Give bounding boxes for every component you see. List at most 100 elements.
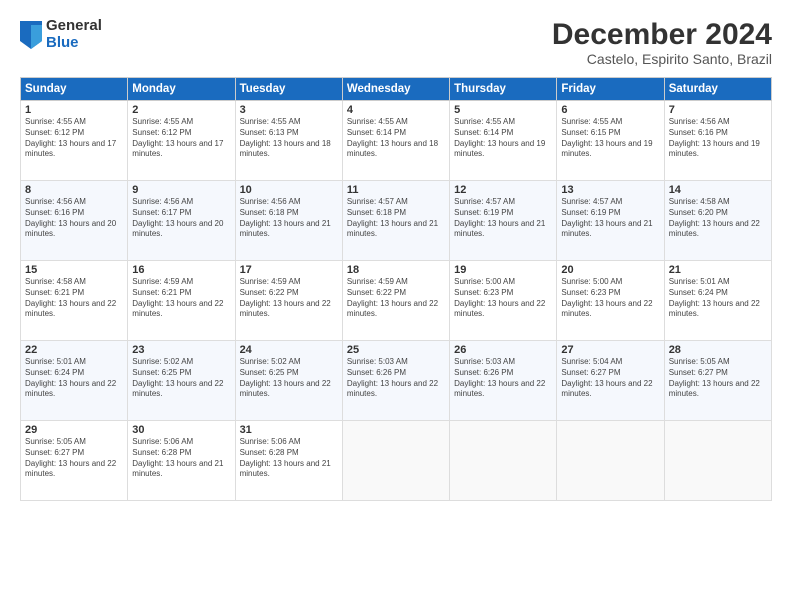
week-row-3: 15Sunrise: 4:58 AM Sunset: 6:21 PM Dayli… (21, 261, 772, 341)
subtitle: Castelo, Espirito Santo, Brazil (552, 51, 772, 67)
calendar-cell: 27Sunrise: 5:04 AM Sunset: 6:27 PM Dayli… (557, 341, 664, 421)
day-number: 19 (454, 264, 552, 276)
calendar-cell: 14Sunrise: 4:58 AM Sunset: 6:20 PM Dayli… (664, 181, 771, 261)
calendar-cell: 8Sunrise: 4:56 AM Sunset: 6:16 PM Daylig… (21, 181, 128, 261)
day-number: 29 (25, 424, 123, 436)
calendar-cell: 16Sunrise: 4:59 AM Sunset: 6:21 PM Dayli… (128, 261, 235, 341)
day-info: Sunrise: 4:59 AM Sunset: 6:22 PM Dayligh… (347, 277, 445, 320)
weekday-wednesday: Wednesday (342, 78, 449, 101)
day-info: Sunrise: 4:55 AM Sunset: 6:12 PM Dayligh… (25, 117, 123, 160)
day-number: 8 (25, 184, 123, 196)
calendar-cell: 17Sunrise: 4:59 AM Sunset: 6:22 PM Dayli… (235, 261, 342, 341)
day-info: Sunrise: 4:59 AM Sunset: 6:22 PM Dayligh… (240, 277, 338, 320)
week-row-4: 22Sunrise: 5:01 AM Sunset: 6:24 PM Dayli… (21, 341, 772, 421)
calendar-cell: 21Sunrise: 5:01 AM Sunset: 6:24 PM Dayli… (664, 261, 771, 341)
day-number: 25 (347, 344, 445, 356)
logo-icon (20, 21, 42, 49)
day-number: 14 (669, 184, 767, 196)
week-row-5: 29Sunrise: 5:05 AM Sunset: 6:27 PM Dayli… (21, 421, 772, 501)
calendar-cell: 4Sunrise: 4:55 AM Sunset: 6:14 PM Daylig… (342, 101, 449, 181)
day-info: Sunrise: 4:56 AM Sunset: 6:16 PM Dayligh… (25, 197, 123, 240)
main-title: December 2024 (552, 18, 772, 51)
calendar-body: 1Sunrise: 4:55 AM Sunset: 6:12 PM Daylig… (21, 101, 772, 501)
day-info: Sunrise: 4:56 AM Sunset: 6:16 PM Dayligh… (669, 117, 767, 160)
header: General Blue December 2024 Castelo, Espi… (20, 18, 772, 67)
day-info: Sunrise: 4:56 AM Sunset: 6:18 PM Dayligh… (240, 197, 338, 240)
day-info: Sunrise: 4:56 AM Sunset: 6:17 PM Dayligh… (132, 197, 230, 240)
page: General Blue December 2024 Castelo, Espi… (0, 0, 792, 612)
title-block: December 2024 Castelo, Espirito Santo, B… (552, 18, 772, 67)
day-number: 30 (132, 424, 230, 436)
calendar-cell: 10Sunrise: 4:56 AM Sunset: 6:18 PM Dayli… (235, 181, 342, 261)
day-info: Sunrise: 5:05 AM Sunset: 6:27 PM Dayligh… (25, 437, 123, 480)
day-number: 26 (454, 344, 552, 356)
calendar-cell: 25Sunrise: 5:03 AM Sunset: 6:26 PM Dayli… (342, 341, 449, 421)
day-info: Sunrise: 4:55 AM Sunset: 6:14 PM Dayligh… (454, 117, 552, 160)
day-number: 3 (240, 104, 338, 116)
calendar-cell: 2Sunrise: 4:55 AM Sunset: 6:12 PM Daylig… (128, 101, 235, 181)
day-number: 20 (561, 264, 659, 276)
calendar: SundayMondayTuesdayWednesdayThursdayFrid… (20, 77, 772, 501)
day-info: Sunrise: 4:57 AM Sunset: 6:19 PM Dayligh… (454, 197, 552, 240)
weekday-monday: Monday (128, 78, 235, 101)
day-info: Sunrise: 4:55 AM Sunset: 6:15 PM Dayligh… (561, 117, 659, 160)
calendar-cell: 13Sunrise: 4:57 AM Sunset: 6:19 PM Dayli… (557, 181, 664, 261)
day-info: Sunrise: 5:01 AM Sunset: 6:24 PM Dayligh… (25, 357, 123, 400)
logo: General Blue (20, 18, 102, 51)
calendar-cell: 30Sunrise: 5:06 AM Sunset: 6:28 PM Dayli… (128, 421, 235, 501)
calendar-cell (664, 421, 771, 501)
calendar-cell: 11Sunrise: 4:57 AM Sunset: 6:18 PM Dayli… (342, 181, 449, 261)
day-info: Sunrise: 5:02 AM Sunset: 6:25 PM Dayligh… (132, 357, 230, 400)
calendar-cell: 7Sunrise: 4:56 AM Sunset: 6:16 PM Daylig… (664, 101, 771, 181)
weekday-tuesday: Tuesday (235, 78, 342, 101)
day-info: Sunrise: 5:06 AM Sunset: 6:28 PM Dayligh… (240, 437, 338, 480)
day-info: Sunrise: 4:55 AM Sunset: 6:12 PM Dayligh… (132, 117, 230, 160)
calendar-cell: 20Sunrise: 5:00 AM Sunset: 6:23 PM Dayli… (557, 261, 664, 341)
calendar-cell: 22Sunrise: 5:01 AM Sunset: 6:24 PM Dayli… (21, 341, 128, 421)
day-number: 17 (240, 264, 338, 276)
weekday-friday: Friday (557, 78, 664, 101)
calendar-cell: 6Sunrise: 4:55 AM Sunset: 6:15 PM Daylig… (557, 101, 664, 181)
weekday-thursday: Thursday (450, 78, 557, 101)
day-info: Sunrise: 5:06 AM Sunset: 6:28 PM Dayligh… (132, 437, 230, 480)
day-info: Sunrise: 4:55 AM Sunset: 6:14 PM Dayligh… (347, 117, 445, 160)
day-number: 10 (240, 184, 338, 196)
day-number: 7 (669, 104, 767, 116)
day-number: 28 (669, 344, 767, 356)
day-number: 22 (25, 344, 123, 356)
day-number: 5 (454, 104, 552, 116)
calendar-cell: 3Sunrise: 4:55 AM Sunset: 6:13 PM Daylig… (235, 101, 342, 181)
day-info: Sunrise: 4:55 AM Sunset: 6:13 PM Dayligh… (240, 117, 338, 160)
calendar-cell (557, 421, 664, 501)
week-row-1: 1Sunrise: 4:55 AM Sunset: 6:12 PM Daylig… (21, 101, 772, 181)
day-info: Sunrise: 4:59 AM Sunset: 6:21 PM Dayligh… (132, 277, 230, 320)
day-info: Sunrise: 4:58 AM Sunset: 6:21 PM Dayligh… (25, 277, 123, 320)
logo-text: General Blue (46, 18, 102, 51)
day-number: 24 (240, 344, 338, 356)
day-number: 13 (561, 184, 659, 196)
day-number: 23 (132, 344, 230, 356)
day-info: Sunrise: 5:01 AM Sunset: 6:24 PM Dayligh… (669, 277, 767, 320)
day-number: 9 (132, 184, 230, 196)
calendar-cell: 29Sunrise: 5:05 AM Sunset: 6:27 PM Dayli… (21, 421, 128, 501)
day-number: 1 (25, 104, 123, 116)
calendar-cell: 15Sunrise: 4:58 AM Sunset: 6:21 PM Dayli… (21, 261, 128, 341)
calendar-cell: 24Sunrise: 5:02 AM Sunset: 6:25 PM Dayli… (235, 341, 342, 421)
day-info: Sunrise: 4:57 AM Sunset: 6:19 PM Dayligh… (561, 197, 659, 240)
day-info: Sunrise: 4:57 AM Sunset: 6:18 PM Dayligh… (347, 197, 445, 240)
calendar-cell: 23Sunrise: 5:02 AM Sunset: 6:25 PM Dayli… (128, 341, 235, 421)
calendar-cell: 12Sunrise: 4:57 AM Sunset: 6:19 PM Dayli… (450, 181, 557, 261)
calendar-cell: 28Sunrise: 5:05 AM Sunset: 6:27 PM Dayli… (664, 341, 771, 421)
calendar-cell (450, 421, 557, 501)
day-info: Sunrise: 5:00 AM Sunset: 6:23 PM Dayligh… (454, 277, 552, 320)
day-info: Sunrise: 5:00 AM Sunset: 6:23 PM Dayligh… (561, 277, 659, 320)
day-number: 16 (132, 264, 230, 276)
weekday-saturday: Saturday (664, 78, 771, 101)
calendar-cell: 19Sunrise: 5:00 AM Sunset: 6:23 PM Dayli… (450, 261, 557, 341)
day-number: 31 (240, 424, 338, 436)
day-number: 2 (132, 104, 230, 116)
day-info: Sunrise: 5:04 AM Sunset: 6:27 PM Dayligh… (561, 357, 659, 400)
weekday-sunday: Sunday (21, 78, 128, 101)
calendar-header: SundayMondayTuesdayWednesdayThursdayFrid… (21, 78, 772, 101)
logo-general-text: General (46, 18, 102, 35)
